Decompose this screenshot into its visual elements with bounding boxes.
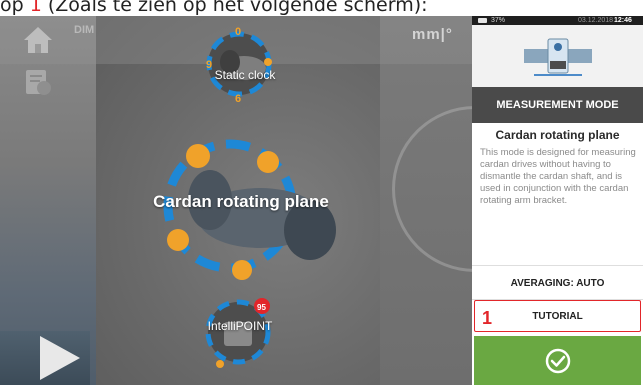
battery-percent: 37% bbox=[491, 17, 506, 24]
coupling-icon bbox=[524, 38, 592, 76]
mode-title: Cardan rotating plane bbox=[495, 128, 620, 142]
battery-icon bbox=[478, 18, 487, 23]
status-date: 03.12.2018 bbox=[578, 17, 614, 24]
check-icon bbox=[545, 348, 570, 373]
status-bar: 37% 03.12.2018 12:46 bbox=[472, 16, 643, 25]
arrow-icon bbox=[40, 336, 80, 380]
svg-text:95: 95 bbox=[257, 303, 266, 312]
caption-suffix: (Zoals te zien op het volgende scherm): bbox=[41, 0, 428, 16]
device-screen: DIM mm|° 0 9 6 Static clock Cardan rotat… bbox=[0, 16, 643, 385]
intellipoint-label: IntelliPOINT bbox=[207, 319, 273, 333]
averaging-button[interactable]: AVERAGING: AUTO bbox=[472, 266, 643, 300]
static-clock-option[interactable]: 0 9 6 bbox=[200, 22, 278, 106]
caption-prefix: op bbox=[0, 0, 30, 16]
panel-header: MEASUREMENT MODE bbox=[472, 87, 643, 123]
document-icon[interactable] bbox=[20, 66, 56, 100]
page-caption: op 1 (Zoals te zien op het volgende sche… bbox=[0, 0, 643, 16]
status-time: 12:46 bbox=[614, 17, 632, 24]
svg-text:0: 0 bbox=[235, 26, 241, 38]
cardan-rotating-plane-label: Cardan rotating plane bbox=[153, 192, 329, 211]
caption-marker: 1 bbox=[29, 0, 42, 16]
units-toggle[interactable]: mm|° bbox=[412, 26, 453, 43]
dimension-label[interactable]: DIM bbox=[74, 24, 94, 36]
intellipoint-option[interactable]: 95 bbox=[198, 284, 278, 385]
static-clock-label: Static clock bbox=[214, 68, 276, 82]
mode-description: This mode is designed for measuring card… bbox=[480, 147, 636, 206]
tutorial-marker: 1 bbox=[482, 308, 493, 328]
home-icon[interactable] bbox=[20, 22, 56, 58]
device-thumbnail bbox=[472, 25, 643, 87]
svg-text:6: 6 bbox=[235, 93, 241, 105]
confirm-button[interactable] bbox=[474, 336, 641, 385]
tutorial-button[interactable]: TUTORIAL bbox=[474, 300, 641, 332]
measurement-mode-panel: 37% 03.12.2018 12:46 MEASUREMENT MODE Ca… bbox=[472, 16, 643, 385]
